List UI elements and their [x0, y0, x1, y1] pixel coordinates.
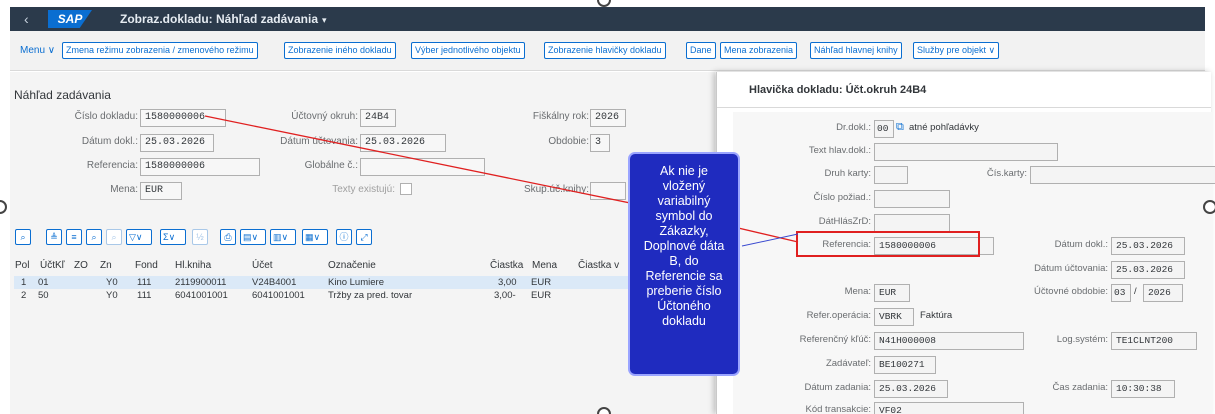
callout-line: Ak nie je — [660, 164, 708, 178]
callout-line: vložený — [662, 179, 706, 193]
resize-handle[interactable] — [1203, 200, 1215, 214]
callout-line: Doplnové dáta — [643, 239, 725, 253]
callout-line: preberie číslo — [646, 284, 722, 298]
resize-handle[interactable] — [597, 407, 611, 414]
callout-line: B, do — [669, 254, 699, 268]
callout-line: Zákazky, — [659, 224, 709, 238]
callout-line: Referencie sa — [645, 269, 723, 283]
callout-line: dokladu — [662, 314, 706, 328]
annotation-arrows — [204, 115, 799, 247]
callout-line: variabilný — [657, 194, 711, 208]
callout-line: Účtoného — [657, 299, 711, 313]
arrow-line-to-reference — [204, 115, 641, 206]
annotation-callout: Ak nie je vložený variabilný symbol do Z… — [628, 152, 740, 376]
callout-line: symbol do — [655, 209, 713, 223]
